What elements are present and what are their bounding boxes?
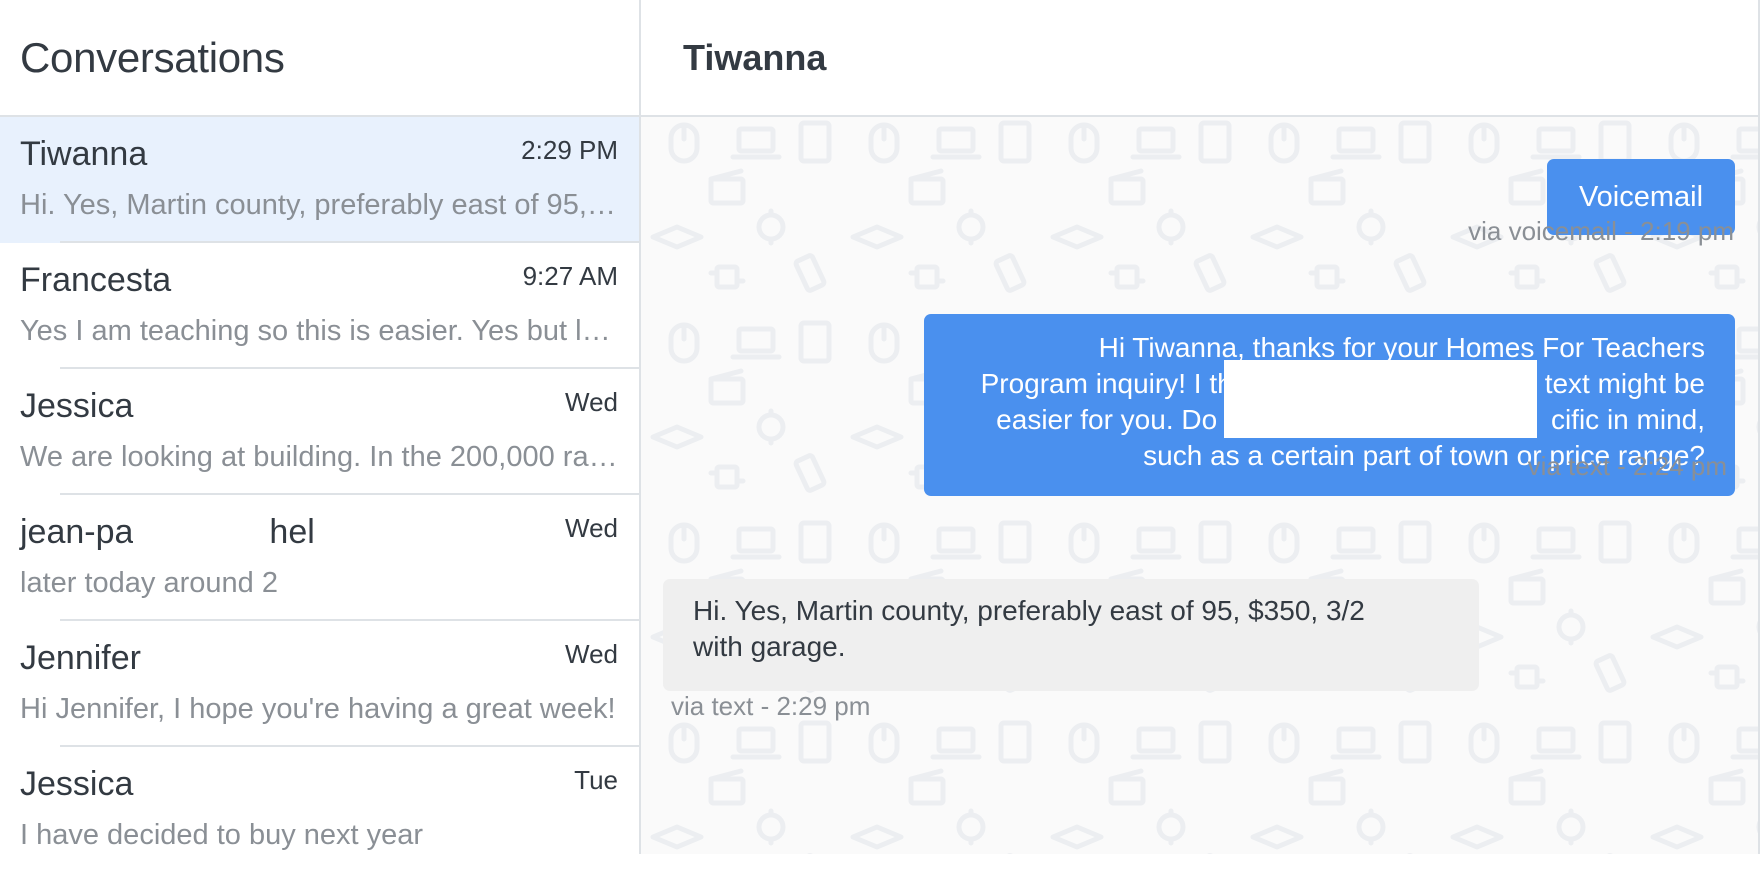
conversation-time: Wed xyxy=(565,513,618,543)
conversation-name: jean-pa hel xyxy=(20,513,315,555)
conversation-item-francesta[interactable]: Francesta 9:27 AM Yes I am teaching so t… xyxy=(0,243,639,369)
conversation-item-jessica[interactable]: Jessica Wed We are looking at building. … xyxy=(0,369,639,495)
message-bubble-incoming[interactable]: Hi. Yes, Martin county, preferably east … xyxy=(663,579,1479,691)
redaction-block xyxy=(133,514,270,555)
conversation-name-end: hel xyxy=(269,513,315,551)
redaction-block xyxy=(1224,360,1537,438)
message-meta: via text - 2:29 pm xyxy=(671,691,871,721)
conversation-time: Wed xyxy=(565,639,618,669)
conversation-time: Wed xyxy=(565,387,618,417)
conversation-name: Jessica xyxy=(20,765,134,803)
conversation-item-jean-pa[interactable]: jean-pa hel Wed later today around 2 xyxy=(0,495,639,621)
conversation-name-start: jean-pa xyxy=(20,513,134,551)
voicemail-label: Voicemail xyxy=(1578,181,1704,213)
chat-pane: Tiwanna Voicemail via voicemail - 2:19 p… xyxy=(641,0,1760,854)
conversation-name: Jessica xyxy=(20,387,134,425)
conversation-name: Tiwanna xyxy=(20,135,148,173)
conversation-item-jennifer[interactable]: Jennifer Wed Hi Jennifer, I hope you're … xyxy=(0,621,639,747)
conversation-item-jessica-2[interactable]: Jessica Tue I have decided to buy next y… xyxy=(0,747,639,873)
chat-title: Tiwanna xyxy=(683,36,827,78)
sidebar-title: Conversations xyxy=(20,33,285,81)
conversation-name: Francesta xyxy=(20,261,172,299)
message-meta: via voicemail - 2:19 pm xyxy=(1468,216,1734,246)
conversation-time: 2:29 PM xyxy=(521,135,618,165)
conversation-item-tiwanna[interactable]: Tiwanna 2:29 PM Hi. Yes, Martin county, … xyxy=(0,117,639,243)
chat-header: Tiwanna xyxy=(641,0,1758,117)
conversation-preview: Hi Jennifer, I hope you're having a grea… xyxy=(20,693,616,725)
conversation-preview: I have decided to buy next year xyxy=(20,819,424,851)
conversation-preview: Hi. Yes, Martin county, preferably east … xyxy=(20,189,619,221)
conversation-preview: We are looking at building. In the 200,0… xyxy=(20,441,619,473)
message-thread[interactable]: Voicemail via voicemail - 2:19 pm Hi Tiw… xyxy=(641,117,1758,854)
message-line: Hi. Yes, Martin county, preferably east … xyxy=(693,595,1365,626)
conversation-time: Tue xyxy=(574,765,618,795)
conversation-time: 9:27 AM xyxy=(522,261,618,291)
conversations-sidebar: Conversations Tiwanna 2:29 PM Hi. Yes, M… xyxy=(0,0,641,854)
conversation-list: Tiwanna 2:29 PM Hi. Yes, Martin county, … xyxy=(0,117,639,873)
message-meta: via text - 2:24 pm xyxy=(1527,451,1727,481)
conversation-preview: later today around 2 xyxy=(20,567,278,599)
message-line: with garage. xyxy=(693,631,846,662)
conversation-name: Jennifer xyxy=(20,639,141,677)
conversation-preview: Yes I am teaching so this is easier. Yes… xyxy=(20,315,619,347)
sidebar-header: Conversations xyxy=(0,0,639,117)
